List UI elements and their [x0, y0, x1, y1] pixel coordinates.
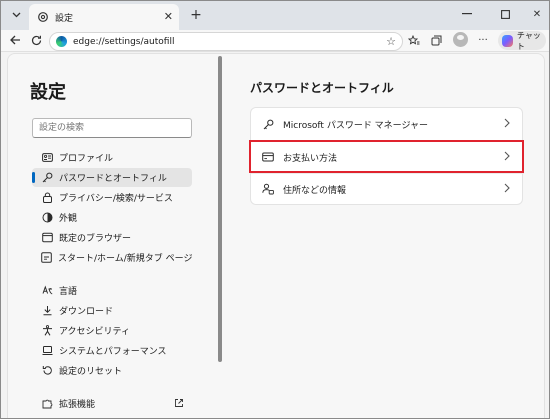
reset-icon — [41, 365, 53, 377]
sidebar-item-accessibility[interactable]: アクセシビリティ — [32, 321, 192, 340]
sidebar-item-label: システムとパフォーマンス — [59, 347, 167, 357]
sidebar-item-label: 拡張機能 — [59, 400, 96, 410]
sidebar-item-label: ダウンロード — [59, 307, 114, 317]
sidebar-item-label: 設定のリセット — [59, 367, 123, 377]
main-panel: パスワードとオートフィル Microsoft パスワード マネージャー お支払い — [228, 54, 546, 418]
gear-icon — [37, 11, 49, 23]
sidebar-item-appearance[interactable]: 外観 — [32, 208, 192, 227]
browser-window: 設定 ✕ + ✕ edge://settings/autofill ☆ ··· … — [0, 0, 550, 419]
sidebar-item-privacy[interactable]: プライバシー/検索/サービス — [32, 188, 192, 207]
external-link-icon — [173, 397, 185, 409]
sidebar-item-extensions[interactable]: 拡張機能 — [32, 394, 192, 413]
copilot-button[interactable]: チャット — [498, 30, 546, 51]
collections-icon[interactable] — [429, 33, 443, 47]
key-icon — [41, 172, 53, 184]
maximize-icon[interactable] — [498, 7, 512, 21]
sidebar-item-label: プロファイル — [59, 154, 114, 164]
tab-actions-chevron-icon[interactable] — [7, 6, 25, 24]
row-label: お支払い方法 — [283, 153, 338, 164]
row-password-manager[interactable]: Microsoft パスワード マネージャー — [251, 109, 524, 140]
autofill-card: Microsoft パスワード マネージャー お支払い方法 住所などの情報 — [250, 107, 524, 205]
sidebar-item-label: 言語 — [59, 287, 78, 297]
title-bar: 設定 ✕ + ✕ — [1, 1, 549, 30]
settings-title: 設定 — [30, 82, 66, 103]
chevron-right-icon — [504, 118, 510, 128]
contact-icon — [262, 183, 274, 195]
sidebar-item-label: パスワードとオートフィル — [59, 174, 167, 184]
close-window-icon[interactable]: ✕ — [530, 7, 544, 21]
row-payment-methods[interactable]: お支払い方法 — [251, 141, 524, 172]
profile-avatar[interactable] — [453, 32, 468, 47]
refresh-icon[interactable] — [28, 32, 44, 48]
sidebar-item-label: 外観 — [59, 214, 78, 224]
sidebar-item-label: アクセシビリティ — [59, 327, 131, 337]
favorite-star-icon[interactable]: ☆ — [386, 35, 396, 48]
favorites-icon[interactable] — [407, 33, 421, 47]
tab-close-icon[interactable]: ✕ — [164, 10, 173, 23]
card-icon — [262, 151, 274, 163]
chevron-right-icon — [504, 151, 510, 161]
language-icon — [41, 285, 53, 297]
tab-title: 設定 — [55, 13, 74, 24]
key-icon — [262, 119, 274, 131]
sidebar-item-default-browser[interactable]: 既定のブラウザー — [32, 228, 192, 247]
row-label: Microsoft パスワード マネージャー — [283, 121, 429, 131]
page-title: パスワードとオートフィル — [250, 81, 394, 95]
copilot-label: チャット — [516, 30, 541, 51]
browser-icon — [41, 232, 53, 244]
copilot-icon — [502, 34, 513, 47]
minimize-icon[interactable] — [460, 7, 474, 21]
extension-icon — [41, 398, 53, 410]
sidebar-item-label: プライバシー/検索/サービス — [59, 194, 173, 204]
sidebar-item-system[interactable]: システムとパフォーマンス — [32, 341, 192, 360]
profile-icon — [41, 152, 53, 164]
sidebar-scrollbar[interactable] — [218, 56, 222, 362]
sidebar-item-profile[interactable]: プロファイル — [32, 148, 192, 167]
new-tab-icon[interactable]: + — [187, 6, 205, 24]
more-options-icon[interactable]: ··· — [476, 33, 490, 47]
browser-tab[interactable]: 設定 ✕ — [29, 4, 179, 30]
sidebar-item-label: スタート/ホーム/新規タブ ページ — [58, 254, 193, 264]
download-icon — [41, 305, 53, 317]
sidebar-item-label: 既定のブラウザー — [59, 234, 132, 244]
sidebar-item-start-home[interactable]: スタート/ホーム/新規タブ ページ — [32, 248, 192, 267]
laptop-icon — [41, 345, 53, 357]
row-addresses[interactable]: 住所などの情報 — [251, 173, 524, 204]
url-text: edge://settings/autofill — [73, 36, 175, 47]
edge-logo-icon — [56, 36, 67, 47]
sidebar-item-reset[interactable]: 設定のリセット — [32, 361, 192, 380]
sidebar-item-languages[interactable]: 言語 — [32, 281, 192, 300]
sidebar-item-downloads[interactable]: ダウンロード — [32, 301, 192, 320]
accessibility-icon — [41, 325, 53, 337]
toolbar: edge://settings/autofill ☆ ··· チャット — [1, 30, 549, 52]
address-bar[interactable]: edge://settings/autofill ☆ — [49, 32, 403, 51]
lock-icon — [41, 192, 53, 204]
settings-sidebar: 設定 プロファイル パスワードとオートフィル プライバシー/検索/サービス — [8, 54, 222, 418]
back-icon[interactable] — [7, 32, 23, 48]
settings-search-input[interactable] — [32, 118, 192, 138]
home-icon — [41, 252, 52, 264]
settings-page: 設定 プロファイル パスワードとオートフィル プライバシー/検索/サービス — [7, 53, 546, 418]
chevron-right-icon — [504, 183, 510, 193]
sidebar-item-passwords-autofill[interactable]: パスワードとオートフィル — [32, 168, 192, 187]
appearance-icon — [41, 212, 53, 224]
row-label: 住所などの情報 — [283, 185, 347, 196]
